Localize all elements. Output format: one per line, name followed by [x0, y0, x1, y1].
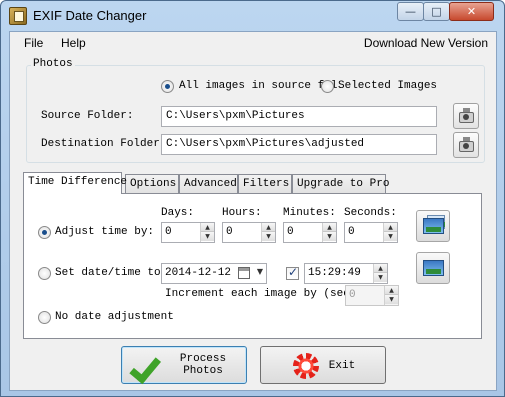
download-new-version-link[interactable]: Download New Version — [364, 36, 488, 50]
menu-bar: File Help Download New Version — [10, 32, 496, 54]
destination-folder-input[interactable]: C:\Users\pxm\Pictures\adjusted — [161, 134, 437, 155]
menu-help[interactable]: Help — [61, 36, 86, 50]
time-picker[interactable]: 15:29:49 ▲ ▼ — [304, 263, 388, 284]
exit-label: Exit — [328, 360, 356, 372]
photos-group: Photos All images in source fol Selected… — [26, 58, 485, 163]
no-adjustment-label[interactable]: No date adjustment — [55, 311, 174, 323]
destination-folder-label: Destination Folder: — [41, 138, 167, 150]
up-arrow-icon[interactable]: ▲ — [323, 223, 336, 232]
process-photos-button[interactable]: Process Photos — [121, 346, 247, 384]
app-window: EXIF Date Changer — □ ✕ File Help Downlo… — [0, 0, 505, 397]
days-stepper[interactable]: 0 ▲ ▼ — [161, 222, 215, 243]
minutes-label: Minutes: — [283, 207, 336, 219]
seconds-value: 0 — [348, 226, 355, 238]
down-arrow-icon[interactable]: ▼ — [385, 295, 398, 304]
up-arrow-icon[interactable]: ▲ — [201, 223, 214, 232]
seconds-stepper[interactable]: 0 ▲ ▼ — [344, 222, 398, 243]
process-label-line1: Process — [179, 353, 227, 365]
all-images-radio[interactable] — [161, 80, 174, 93]
increment-label: Increment each image by (secon — [165, 288, 364, 300]
increment-value: 0 — [349, 289, 356, 301]
up-arrow-icon[interactable]: ▲ — [262, 223, 275, 232]
maximize-button[interactable]: □ — [423, 2, 450, 21]
process-photos-label: Process Photos — [168, 353, 238, 377]
process-label-line2: Photos — [183, 365, 223, 377]
tab-advanced[interactable]: Advanced — [179, 174, 238, 194]
picture-icon — [423, 260, 444, 276]
adjust-time-label[interactable]: Adjust time by: — [55, 226, 154, 238]
selected-images-label[interactable]: Selected Images — [338, 80, 437, 92]
minimize-button[interactable]: — — [397, 2, 424, 21]
no-adjustment-radio[interactable] — [38, 311, 51, 324]
exit-button[interactable]: Exit — [260, 346, 386, 384]
down-arrow-icon[interactable]: ▼ — [323, 232, 336, 241]
source-folder-input[interactable]: C:\Users\pxm\Pictures — [161, 106, 437, 127]
date-time-checkbox[interactable]: ✓ — [286, 265, 299, 280]
scanner-icon — [459, 112, 474, 123]
down-arrow-icon[interactable]: ▼ — [262, 232, 275, 241]
green-check-icon — [134, 353, 166, 379]
down-arrow-icon[interactable]: ▼ — [374, 273, 387, 282]
client-area: File Help Download New Version Photos Al… — [9, 31, 497, 391]
apply-adjust-button[interactable] — [416, 210, 450, 242]
increment-stepper[interactable]: 0 ▲ ▼ — [345, 285, 399, 306]
up-arrow-icon[interactable]: ▲ — [374, 264, 387, 273]
browse-source-button[interactable] — [453, 103, 479, 129]
date-picker[interactable]: 2014-12-12 ▼ — [161, 263, 267, 284]
picture-icon — [423, 218, 444, 234]
menu-file[interactable]: File — [24, 36, 43, 50]
minutes-value: 0 — [287, 226, 294, 238]
set-date-label[interactable]: Set date/time to: — [55, 267, 167, 279]
tab-upgrade-to-pro[interactable]: Upgrade to Pro — [292, 174, 389, 194]
close-button[interactable]: ✕ — [449, 2, 494, 21]
check-icon: ✓ — [288, 265, 299, 279]
apply-set-date-button[interactable] — [416, 252, 450, 284]
tab-time-difference[interactable]: Time Difference — [23, 172, 127, 194]
browse-destination-button[interactable] — [453, 132, 479, 158]
red-burst-icon — [293, 353, 319, 379]
selected-images-radio[interactable] — [321, 80, 334, 93]
app-icon — [9, 7, 27, 25]
calendar-icon[interactable] — [238, 267, 250, 279]
photos-group-title: Photos — [31, 58, 75, 70]
chevron-down-icon[interactable]: ▼ — [257, 267, 263, 276]
hours-stepper[interactable]: 0 ▲ ▼ — [222, 222, 276, 243]
seconds-label: Seconds: — [344, 207, 397, 219]
scanner-icon — [459, 141, 474, 152]
minutes-stepper[interactable]: 0 ▲ ▼ — [283, 222, 337, 243]
window-title: EXIF Date Changer — [33, 8, 147, 23]
down-arrow-icon[interactable]: ▼ — [384, 232, 397, 241]
up-arrow-icon[interactable]: ▲ — [384, 223, 397, 232]
days-value: 0 — [165, 226, 172, 238]
time-value: 15:29:49 — [308, 267, 361, 279]
hours-label: Hours: — [222, 207, 262, 219]
up-arrow-icon[interactable]: ▲ — [385, 286, 398, 295]
adjust-time-radio[interactable] — [38, 226, 51, 239]
hours-value: 0 — [226, 226, 233, 238]
source-folder-label: Source Folder: — [41, 110, 134, 122]
set-date-radio[interactable] — [38, 267, 51, 280]
tab-options[interactable]: Options — [125, 174, 179, 194]
down-arrow-icon[interactable]: ▼ — [201, 232, 214, 241]
all-images-label[interactable]: All images in source fol — [179, 80, 337, 92]
time-difference-panel: Days: Hours: Minutes: Seconds: Adjust ti… — [23, 193, 482, 339]
days-label: Days: — [161, 207, 195, 219]
tab-filters[interactable]: Filters — [238, 174, 292, 194]
title-bar[interactable]: EXIF Date Changer — □ ✕ — [1, 1, 504, 31]
date-value: 2014-12-12 — [165, 267, 232, 279]
